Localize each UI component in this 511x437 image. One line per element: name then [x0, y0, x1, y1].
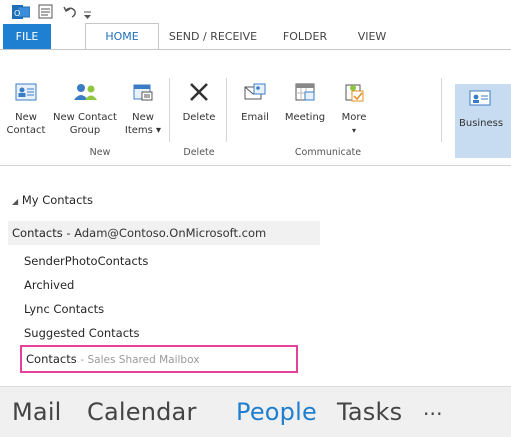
- new-contact-group-button[interactable]: New Contact Group: [50, 82, 120, 137]
- more-label: More: [341, 112, 367, 123]
- folder-detail: - Sales Shared Mailbox: [80, 354, 200, 366]
- tab-file[interactable]: FILE: [3, 24, 51, 50]
- new-contact-group-label-1: New Contact: [53, 112, 117, 123]
- meeting-label: Meeting: [284, 112, 326, 123]
- group-label-communicate: Communicate: [294, 147, 362, 158]
- group-label-new: New: [89, 147, 111, 158]
- nav-people[interactable]: People: [236, 398, 317, 426]
- new-contact-group-label-2: Group: [69, 125, 101, 136]
- email-button[interactable]: Email: [232, 82, 278, 124]
- svg-text:O: O: [14, 9, 20, 18]
- contact-card-icon: [3, 82, 49, 106]
- delete-label: Delete: [182, 112, 216, 123]
- group-label-delete: Delete: [183, 147, 215, 158]
- new-items-button[interactable]: New Items ▾: [121, 82, 165, 137]
- group-separator: [441, 78, 442, 142]
- folder-item-archived[interactable]: Archived: [24, 278, 74, 292]
- group-separator: [226, 78, 227, 142]
- tab-view[interactable]: VIEW: [346, 24, 398, 50]
- folder-item-suggested-contacts[interactable]: Suggested Contacts: [24, 326, 140, 340]
- email-contact-icon: [232, 82, 278, 106]
- more-dropdown-arrow-icon: ▾: [351, 126, 356, 135]
- folder-item-contacts-sales-shared[interactable]: Contacts - Sales Shared Mailbox: [26, 352, 199, 366]
- more-options-icon: [333, 82, 375, 106]
- business-card-button[interactable]: Business: [457, 88, 511, 130]
- tab-home[interactable]: HOME: [85, 23, 159, 50]
- delete-x-icon: [176, 82, 222, 106]
- collapse-triangle-icon[interactable]: ◢: [12, 197, 18, 206]
- more-button[interactable]: More ▾: [333, 82, 375, 137]
- tab-folder[interactable]: FOLDER: [270, 24, 340, 50]
- folder-name: Contacts: [26, 352, 77, 366]
- quick-access-toolbar: O: [0, 0, 511, 24]
- business-card-icon: [469, 88, 511, 112]
- nav-mail[interactable]: Mail: [12, 398, 62, 426]
- new-contact-button[interactable]: New Contact: [3, 82, 49, 137]
- tab-send-receive[interactable]: SEND / RECEIVE: [165, 24, 261, 50]
- nav-more-icon[interactable]: ···: [423, 402, 443, 426]
- new-contact-label-2: Contact: [6, 125, 46, 136]
- new-contact-label-1: New: [15, 112, 37, 123]
- meeting-calendar-icon: [278, 82, 332, 106]
- contact-group-icon: [50, 82, 120, 106]
- meeting-button[interactable]: Meeting: [278, 82, 332, 124]
- email-label: Email: [241, 112, 269, 123]
- nav-tasks[interactable]: Tasks: [337, 398, 402, 426]
- folder-item-lync-contacts[interactable]: Lync Contacts: [24, 302, 104, 316]
- new-items-label-1: New: [132, 112, 154, 123]
- folder-item-senderphotocontacts[interactable]: SenderPhotoContacts: [24, 254, 148, 268]
- delete-button[interactable]: Delete: [176, 82, 222, 124]
- my-contacts-label: My Contacts: [21, 193, 93, 207]
- new-items-label-2: Items ▾: [124, 125, 162, 136]
- new-items-icon: [121, 82, 165, 106]
- folder-name: Contacts: [12, 226, 63, 240]
- folder-item-contacts-adam[interactable]: Contacts - Adam@Contoso.OnMicrosoft.com: [12, 226, 266, 240]
- send-receive-all-icon[interactable]: [38, 4, 54, 24]
- outlook-logo-icon: O: [12, 4, 31, 24]
- folder-root-my-contacts[interactable]: ◢ My Contacts: [12, 193, 93, 207]
- folder-detail: - Adam@Contoso.OnMicrosoft.com: [66, 226, 267, 240]
- undo-icon[interactable]: [62, 4, 78, 24]
- nav-calendar[interactable]: Calendar: [87, 398, 197, 426]
- business-card-label: Business: [459, 118, 504, 129]
- group-separator: [169, 78, 170, 142]
